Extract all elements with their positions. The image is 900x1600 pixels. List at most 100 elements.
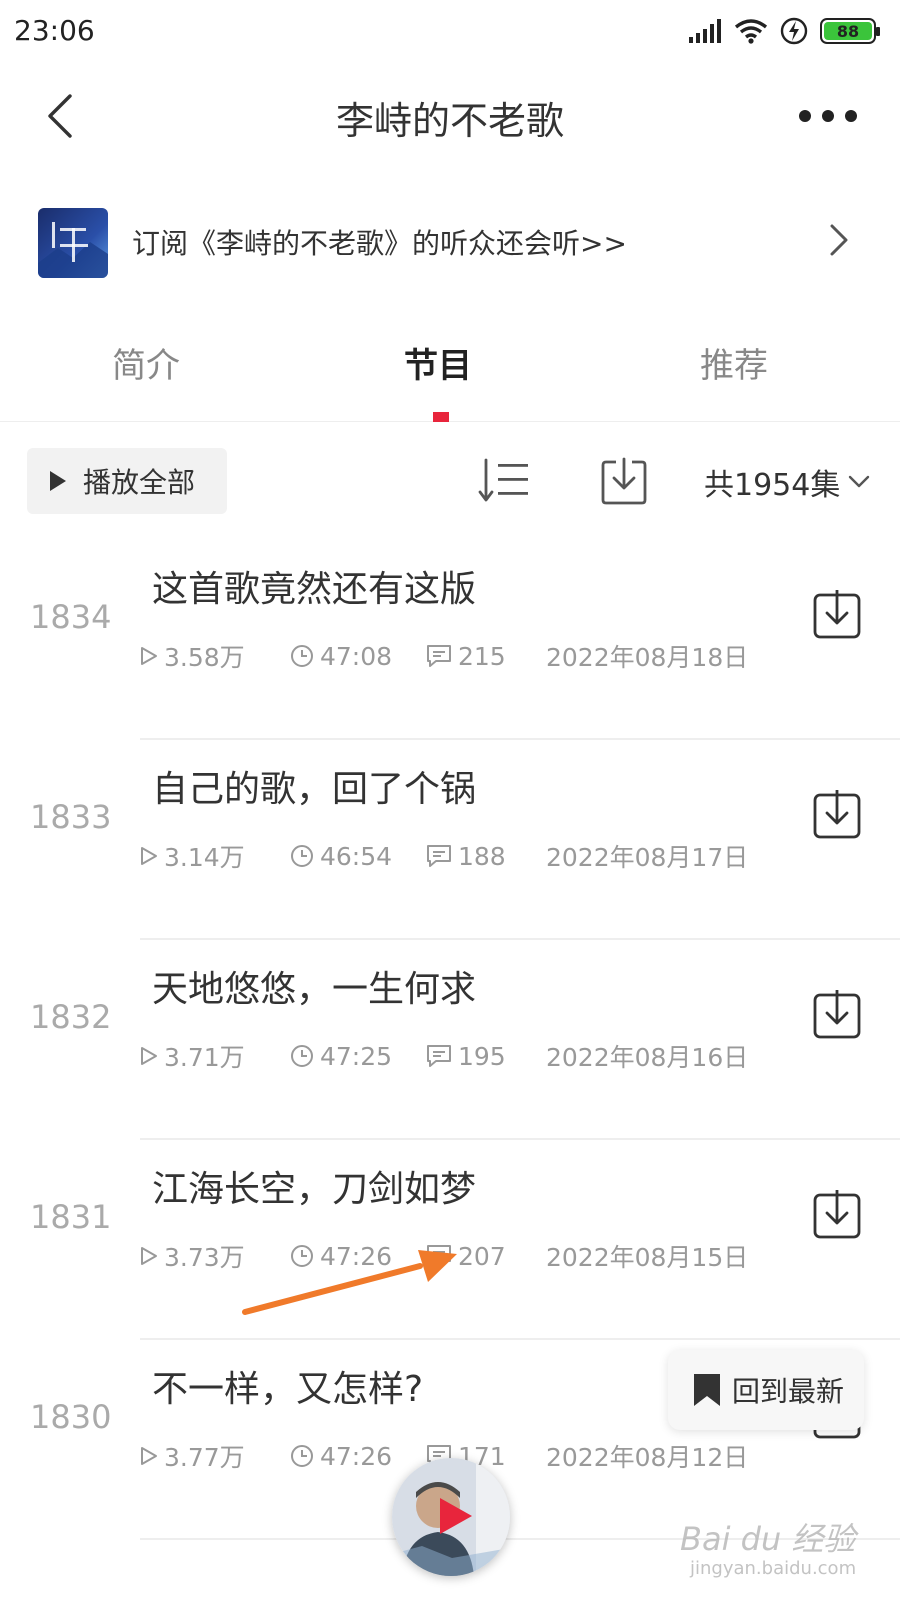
play-count: 3.71万 bbox=[140, 1038, 290, 1074]
episode-download-button[interactable] bbox=[812, 588, 862, 640]
clock-icon bbox=[291, 1245, 313, 1267]
episode-title: 自己的歌，回了个锅 bbox=[152, 769, 477, 810]
episode-number: 1831 bbox=[30, 1198, 112, 1236]
banner-text: 订阅《李峙的不老歌》的听众还会听>> bbox=[132, 227, 627, 260]
battery-indicator: 88 bbox=[820, 18, 880, 44]
episode-download-button[interactable] bbox=[812, 788, 862, 840]
play-icon bbox=[50, 471, 66, 491]
status-time: 23:06 bbox=[14, 14, 95, 47]
episode-row[interactable]: 1833 自己的歌，回了个锅 3.14万 46:54 188 2022年08月1… bbox=[0, 736, 900, 940]
duration: 47:26 bbox=[290, 1442, 426, 1471]
episode-title: 不一样，又怎样? bbox=[152, 1369, 424, 1410]
publish-date: 2022年08月17日 bbox=[546, 843, 749, 872]
play-all-button[interactable]: 播放全部 bbox=[27, 448, 227, 514]
download-icon bbox=[601, 457, 647, 505]
episode-row[interactable]: 1834 这首歌竟然还有这版 3.58万 47:08 215 2022年08月1… bbox=[0, 536, 900, 740]
publish-date: 2022年08月12日 bbox=[546, 1443, 749, 1472]
play-all-label: 播放全部 bbox=[83, 466, 196, 499]
episode-meta: 3.73万 47:26 207 2022年08月15日 bbox=[140, 1238, 748, 1274]
tab-intro[interactable]: 简介 bbox=[112, 338, 180, 387]
duration: 46:54 bbox=[290, 842, 426, 871]
more-options-button[interactable] bbox=[796, 98, 860, 134]
album-cover-image bbox=[38, 208, 108, 278]
duration-value: 47:08 bbox=[320, 641, 393, 671]
comment-count-value: 215 bbox=[458, 641, 506, 671]
play-count-value: 3.58万 bbox=[164, 643, 245, 672]
download-icon bbox=[813, 1188, 861, 1239]
chevron-down-icon bbox=[849, 475, 870, 488]
battery-level: 88 bbox=[824, 22, 872, 41]
clock-icon bbox=[291, 645, 313, 667]
duration-value: 47:25 bbox=[320, 1041, 393, 1071]
episode-number: 1830 bbox=[30, 1398, 112, 1436]
comment-count: 188 bbox=[426, 842, 546, 871]
list-toolbar: 播放全部 共1954集 bbox=[0, 448, 900, 514]
episode-title: 天地悠悠，一生何求 bbox=[152, 969, 477, 1010]
duration: 47:26 bbox=[290, 1242, 426, 1271]
comment-icon bbox=[427, 1045, 451, 1067]
episode-count-dropdown[interactable]: 共1954集 bbox=[704, 460, 870, 504]
duration-value: 47:26 bbox=[320, 1241, 393, 1271]
tab-recommend[interactable]: 推荐 bbox=[700, 338, 768, 387]
episode-row[interactable]: 1831 江海长空，刀剑如梦 3.73万 47:26 207 2022年08月1… bbox=[0, 1136, 900, 1340]
chevron-right-icon bbox=[830, 224, 848, 256]
episode-count: 共1954集 bbox=[704, 468, 841, 503]
charging-icon bbox=[780, 17, 808, 45]
status-bar: 23:06 88 bbox=[0, 0, 900, 62]
comment-icon bbox=[427, 645, 451, 667]
duration-value: 46:54 bbox=[320, 841, 393, 871]
comment-count-value: 188 bbox=[458, 841, 506, 871]
duration: 47:08 bbox=[290, 642, 426, 671]
episode-number: 1834 bbox=[30, 598, 112, 636]
download-icon bbox=[813, 988, 861, 1039]
play-count: 3.73万 bbox=[140, 1238, 290, 1274]
sort-order-icon bbox=[478, 458, 528, 502]
bookmark-icon bbox=[694, 1374, 720, 1406]
play-count-value: 3.77万 bbox=[164, 1443, 245, 1472]
play-count-icon bbox=[141, 1047, 157, 1065]
back-to-latest-button[interactable]: 回到最新 bbox=[668, 1350, 864, 1430]
tab-bar: 简介 节目 推荐 bbox=[0, 318, 900, 422]
duration: 47:25 bbox=[290, 1042, 426, 1071]
download-icon bbox=[813, 788, 861, 839]
duration-value: 47:26 bbox=[320, 1441, 393, 1471]
play-count-value: 3.73万 bbox=[164, 1243, 245, 1272]
play-count-value: 3.71万 bbox=[164, 1043, 245, 1072]
play-count: 3.77万 bbox=[140, 1438, 290, 1474]
play-count-icon bbox=[141, 1447, 157, 1465]
play-count-icon bbox=[141, 647, 157, 665]
episode-title: 江海长空，刀剑如梦 bbox=[152, 1169, 477, 1210]
app-header: 李峙的不老歌 bbox=[0, 62, 900, 172]
also-listen-banner[interactable]: 订阅《李峙的不老歌》的听众还会听>> bbox=[0, 200, 900, 284]
sort-button[interactable] bbox=[478, 456, 530, 506]
batch-download-button[interactable] bbox=[600, 456, 648, 506]
comment-icon bbox=[427, 1245, 451, 1267]
play-count-icon bbox=[141, 847, 157, 865]
publish-date: 2022年08月15日 bbox=[546, 1243, 749, 1272]
publish-date: 2022年08月18日 bbox=[546, 643, 749, 672]
comment-count: 215 bbox=[426, 642, 546, 671]
comment-count: 207 bbox=[426, 1242, 546, 1271]
play-count-icon bbox=[141, 1247, 157, 1265]
episode-meta: 3.58万 47:08 215 2022年08月18日 bbox=[140, 638, 748, 674]
play-count: 3.58万 bbox=[140, 638, 290, 674]
wifi-icon bbox=[734, 19, 768, 44]
episode-download-button[interactable] bbox=[812, 1188, 862, 1240]
episode-meta: 3.14万 46:54 188 2022年08月17日 bbox=[140, 838, 748, 874]
download-icon bbox=[813, 588, 861, 639]
tab-programs[interactable]: 节目 bbox=[404, 338, 472, 387]
clock-icon bbox=[291, 1045, 313, 1067]
play-count-value: 3.14万 bbox=[164, 843, 245, 872]
signal-icon bbox=[689, 19, 721, 43]
page-title: 李峙的不老歌 bbox=[335, 99, 564, 143]
play-icon bbox=[440, 1498, 472, 1534]
episode-row[interactable]: 1832 天地悠悠，一生何求 3.71万 47:25 195 2022年08月1… bbox=[0, 936, 900, 1140]
watermark-brand: Bai du 经验 bbox=[680, 1520, 856, 1558]
active-tab-indicator bbox=[433, 412, 449, 422]
episode-download-button[interactable] bbox=[812, 988, 862, 1040]
episode-number: 1833 bbox=[30, 798, 112, 836]
play-count: 3.14万 bbox=[140, 838, 290, 874]
more-dots-icon bbox=[799, 110, 857, 122]
comment-icon bbox=[427, 845, 451, 867]
comment-count-value: 207 bbox=[458, 1241, 506, 1271]
